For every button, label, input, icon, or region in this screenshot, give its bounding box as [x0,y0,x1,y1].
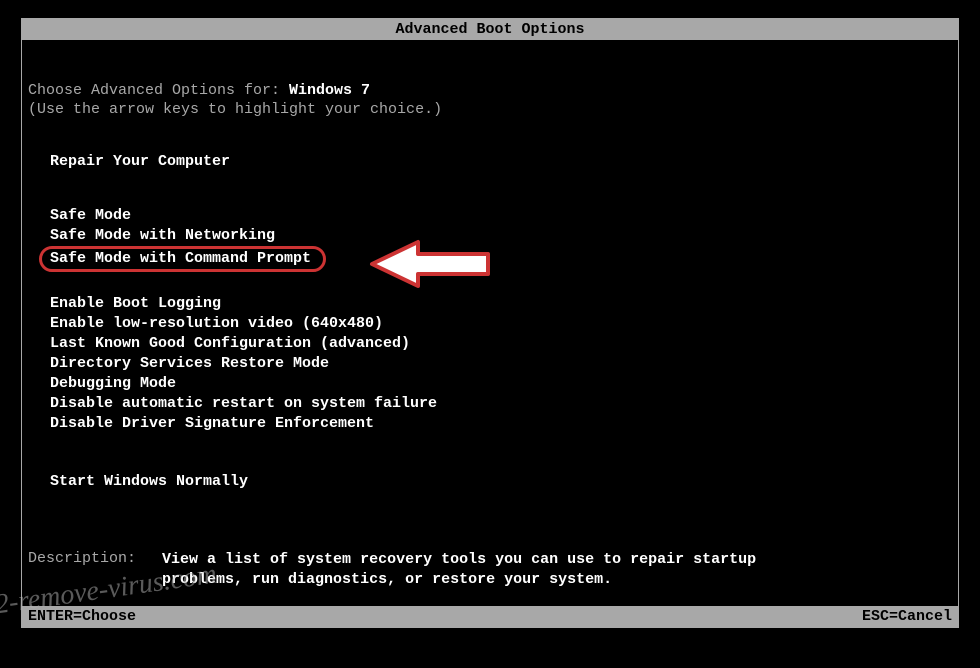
description-label: Description: [28,550,136,590]
choose-prompt-prefix: Choose Advanced Options for: [28,82,289,99]
choose-prompt: Choose Advanced Options for: Windows 7 [28,82,952,99]
footer-enter-hint: ENTER=Choose [28,608,136,625]
description-block: Description: View a list of system recov… [28,550,952,590]
option-group-repair: Repair Your Computer [28,152,952,172]
option-enable-boot-logging[interactable]: Enable Boot Logging [50,294,952,314]
option-safe-mode[interactable]: Safe Mode [50,206,952,226]
footer-esc-hint: ESC=Cancel [862,608,952,625]
option-last-known-good[interactable]: Last Known Good Configuration (advanced) [50,334,952,354]
boot-options-panel: Advanced Boot Options Choose Advanced Op… [21,18,959,628]
option-safe-mode-command-prompt[interactable]: Safe Mode with Command Prompt [39,246,326,272]
arrow-key-hint: (Use the arrow keys to highlight your ch… [28,101,952,118]
option-disable-driver-sig[interactable]: Disable Driver Signature Enforcement [50,414,952,434]
pointer-arrow-icon [368,236,496,292]
option-low-res-video[interactable]: Enable low-resolution video (640x480) [50,314,952,334]
option-debugging-mode[interactable]: Debugging Mode [50,374,952,394]
description-text: View a list of system recovery tools you… [162,550,802,590]
option-repair-your-computer[interactable]: Repair Your Computer [50,152,952,172]
option-disable-auto-restart[interactable]: Disable automatic restart on system fail… [50,394,952,414]
option-start-windows-normally[interactable]: Start Windows Normally [50,472,952,492]
footer-bar: ENTER=Choose ESC=Cancel [22,606,958,627]
option-group-advanced: Enable Boot Logging Enable low-resolutio… [28,294,952,434]
option-safe-mode-networking[interactable]: Safe Mode with Networking [50,226,952,246]
os-name: Windows 7 [289,82,370,99]
option-group-normal: Start Windows Normally [28,472,952,492]
content-area: Choose Advanced Options for: Windows 7 (… [22,82,958,590]
option-ds-restore-mode[interactable]: Directory Services Restore Mode [50,354,952,374]
title-bar: Advanced Boot Options [22,19,958,40]
